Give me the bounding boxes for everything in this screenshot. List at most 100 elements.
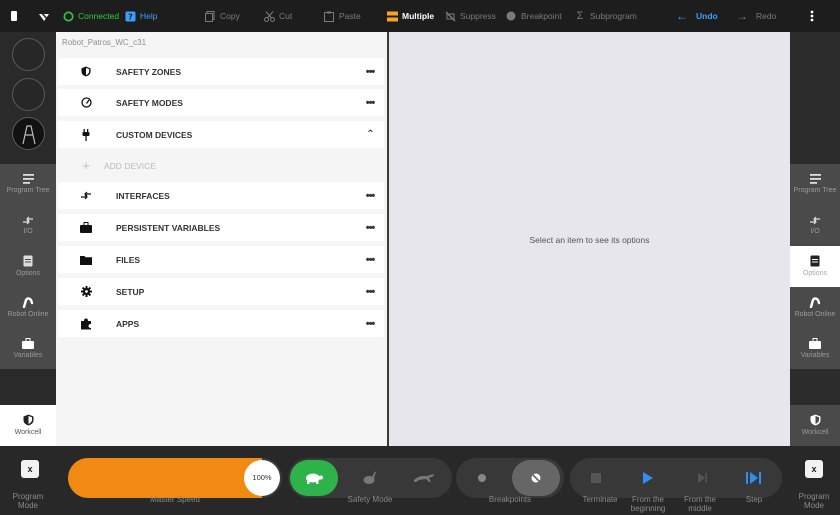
options-icon [23,255,33,267]
rail-label: Variables [800,351,830,359]
rail-variables[interactable]: Variables [0,328,56,369]
breakpoint-off-icon [530,472,542,484]
more-icon[interactable]: ••• [356,97,384,109]
rail-label: Program Tree [6,187,50,194]
list-icon [22,174,34,184]
play-from-beginning-button[interactable] [624,460,672,496]
robot-avatar[interactable] [12,117,45,150]
program-mode-right-button[interactable]: x [805,460,823,478]
program-mode-left-button[interactable]: x [21,460,39,478]
master-speed-knob[interactable]: 100% [244,460,280,496]
turtle-mode-button[interactable] [290,460,338,496]
row-label: APPS [116,318,140,329]
row-files[interactable]: FILES ••• [58,246,384,273]
row-apps[interactable]: APPS ••• [58,310,384,337]
briefcase-icon [809,337,821,349]
step-button[interactable] [730,460,778,496]
rail-robot-online[interactable]: Robot Online [0,287,56,328]
paste-label: Paste [339,11,361,21]
kebab-menu-icon[interactable] [810,0,814,32]
master-speed-label: Master Speed [150,495,200,504]
more-icon[interactable]: ••• [356,66,384,78]
row-interfaces[interactable]: INTERFACES ••• [58,182,384,209]
redo-label: Redo [756,11,777,21]
row-add-device[interactable]: + ADD DEVICE [58,152,384,179]
rail-variables[interactable]: Variables [790,328,840,369]
subprogram-label: Subprogram [590,11,637,21]
list-icon [809,174,821,184]
empty-state-hint: Select an item to see its options [529,235,650,245]
arrow-right-icon: → [736,9,748,23]
play-from-middle-button[interactable] [678,460,726,496]
rail-io[interactable]: I/O [790,205,840,246]
playback-controls [570,458,782,498]
breakpoints-off-button[interactable] [512,460,560,496]
folder-icon [72,255,100,265]
copy-icon [204,10,216,22]
rail-workcell[interactable]: Workcell [790,405,840,446]
connection-status[interactable]: Connected [62,0,119,32]
rail-options[interactable]: Options [790,246,840,287]
master-speed-slider[interactable]: 100% [68,458,282,498]
row-persistent-variables[interactable]: PERSISTENT VARIABLES ••• [58,214,384,241]
row-setup[interactable]: SETUP ••• [58,278,384,305]
row-label: CUSTOM DEVICES [116,129,193,140]
puzzle-icon [72,318,100,330]
rail-program-tree[interactable]: Program Tree [0,164,56,205]
stop-icon [591,473,601,483]
cut-button[interactable]: Cut [263,0,292,32]
multiple-label: Multiple [402,11,435,21]
terminate-button[interactable] [572,460,620,496]
suppress-label: Suppress [460,11,496,21]
connected-icon [62,10,74,22]
row-safety-zones[interactable]: SAFETY ZONES ••• [58,58,384,85]
row-safety-modes[interactable]: SAFETY MODES ••• [58,89,384,116]
row-label: FILES [116,254,141,265]
connection-status-label: Connected [78,11,120,21]
svg-text:?: ? [128,12,133,21]
rail-label: Robot Online [794,311,836,318]
rabbit-mode-button[interactable] [346,460,394,496]
undo-label: Undo [696,11,718,21]
more-icon[interactable]: ••• [356,222,384,234]
multiple-button[interactable]: Multiple [386,0,434,32]
paste-button[interactable]: Paste [323,0,361,32]
row-label: SETUP [116,286,145,297]
cut-label: Cut [279,11,293,21]
gear-icon [72,286,100,297]
more-icon[interactable]: ••• [356,286,384,298]
rail-workcell[interactable]: Workcell [0,405,56,446]
chevron-up-icon[interactable]: ⌃ [356,129,384,140]
redo-button[interactable]: → Redo [736,0,776,32]
rail-label: Program Tree [793,187,837,194]
top-toolbar: Connected ? Help Copy Cut Paste Multiple [0,0,840,32]
subprogram-button[interactable]: Σ Subprogram [574,0,637,32]
breakpoints-selector [456,458,564,498]
more-icon[interactable]: ••• [356,318,384,330]
rail-robot-online[interactable]: Robot Online [790,287,840,328]
more-icon[interactable]: ••• [356,190,384,202]
io-icon [810,216,820,224]
io-icon [23,216,33,224]
copy-button[interactable]: Copy [204,0,240,32]
help-button[interactable]: ? Help [124,0,157,32]
master-speed-fill [68,458,262,498]
suppress-button[interactable]: Suppress [444,0,496,32]
shield-icon [72,66,100,77]
rail-io[interactable]: I/O [0,205,56,246]
breakpoints-on-button[interactable] [458,460,506,496]
more-icon[interactable]: ••• [356,254,384,266]
jog-button-2[interactable] [12,78,45,111]
row-custom-devices[interactable]: CUSTOM DEVICES ⌃ [58,121,384,148]
breakpoint-button[interactable]: Breakpoint [505,0,562,32]
rail-program-tree[interactable]: Program Tree [790,164,840,205]
jog-button-1[interactable] [12,38,45,71]
robot-arm-icon [22,297,34,308]
breakpoint-icon [505,10,517,22]
undo-button[interactable]: ← Undo [676,0,718,32]
rail-options[interactable]: Options [0,246,56,287]
fast-mode-button[interactable] [400,460,448,496]
step-icon [746,472,761,484]
sigma-icon: Σ [576,10,584,22]
play-icon [643,472,653,484]
